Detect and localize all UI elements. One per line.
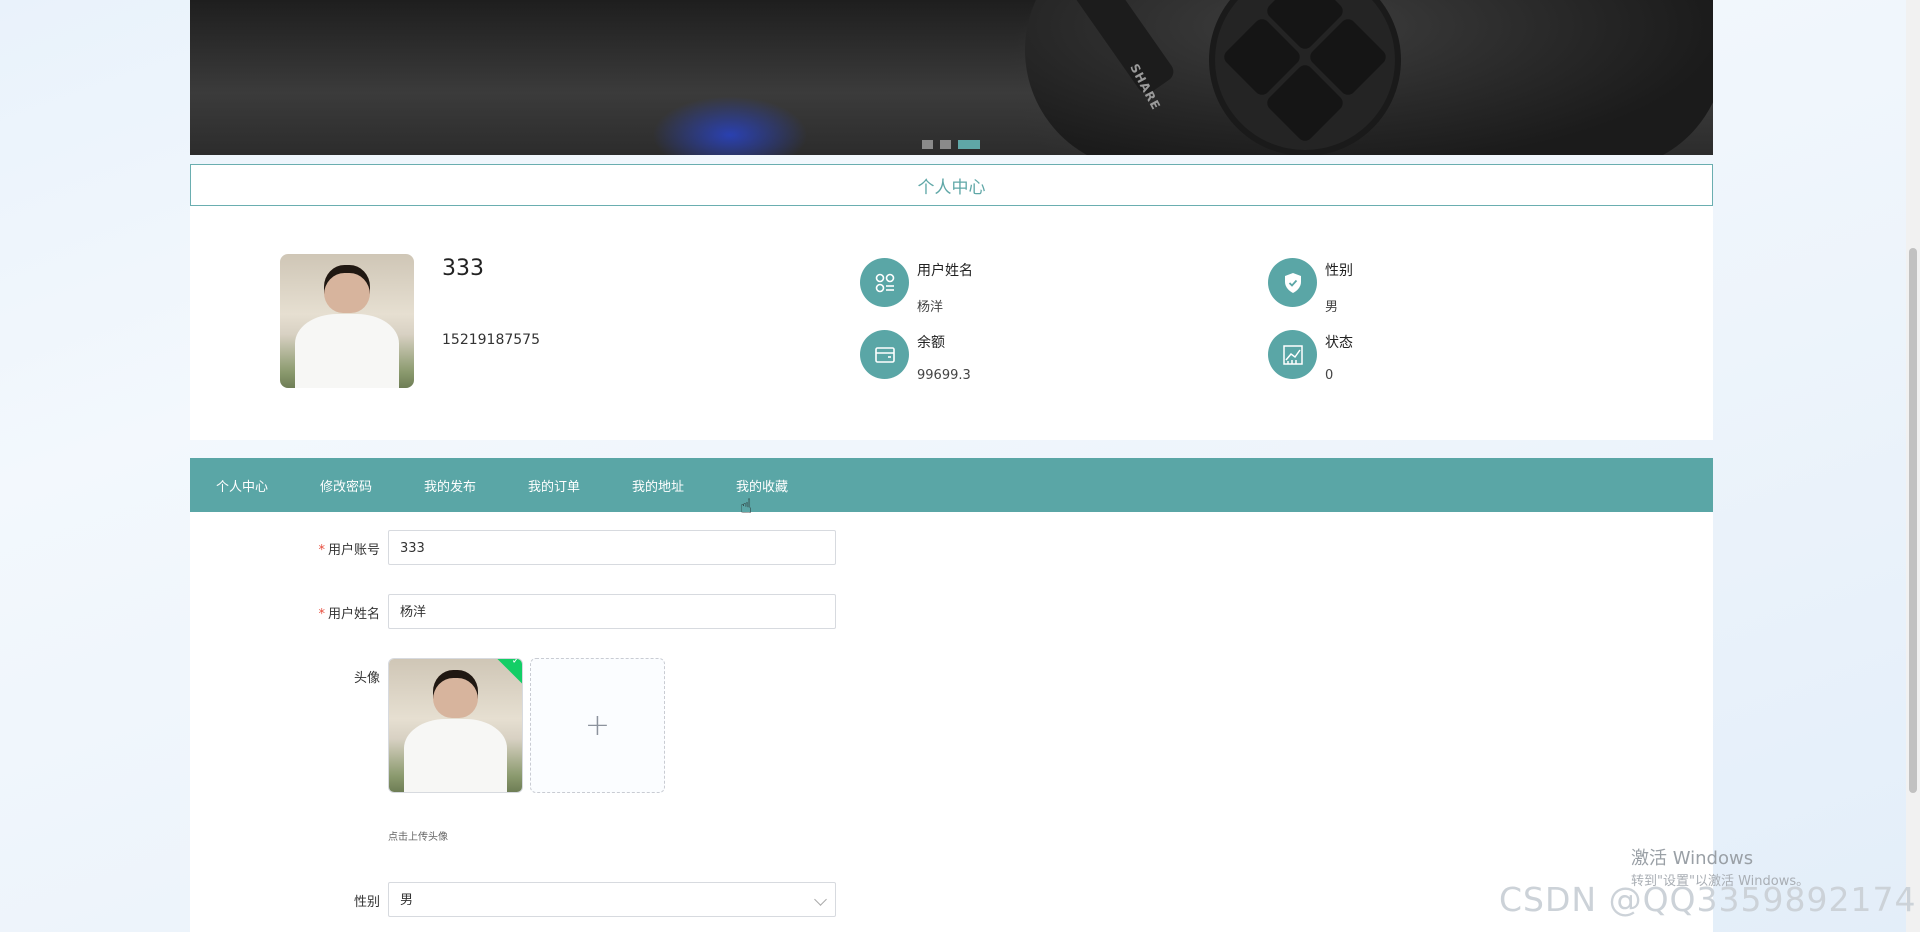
- avatar-person-body: [294, 314, 400, 388]
- tab-profile[interactable]: 个人中心: [190, 476, 294, 495]
- name-label-text: 用户姓名: [327, 607, 380, 622]
- info-status: 状态 0: [1268, 330, 1353, 383]
- carousel-dot[interactable]: [922, 140, 933, 149]
- tab-change-password[interactable]: 修改密码: [294, 476, 398, 495]
- info-balance: 余额 99699.3: [860, 330, 971, 383]
- section-title: 个人中心: [190, 164, 1713, 206]
- avatar: [280, 254, 414, 388]
- windows-activation-title: 激活 Windows: [1631, 848, 1754, 869]
- tab-my-address[interactable]: 我的地址: [606, 476, 710, 495]
- hand-pointer-icon: ☝: [740, 494, 753, 518]
- profile-form: *用户账号 333 *用户姓名 杨洋 头像 + 点击上传头像 性别 男: [190, 512, 1713, 932]
- page-scrollbar[interactable]: [1906, 0, 1920, 932]
- wallet-icon: [860, 330, 909, 379]
- required-mark: *: [318, 607, 325, 622]
- gender-select-value: 男: [400, 893, 414, 908]
- tab-my-favorites[interactable]: 我的收藏: [710, 476, 814, 495]
- profile-tabs: 个人中心 修改密码 我的发布 我的订单 我的地址 我的收藏: [190, 458, 1713, 512]
- account-input[interactable]: 333: [388, 530, 836, 565]
- profile-username: 333: [442, 256, 484, 281]
- chevron-down-icon: [814, 893, 827, 906]
- plus-icon: +: [584, 708, 611, 743]
- info-value: 男: [1325, 300, 1339, 315]
- info-gender: 性别 男: [1268, 258, 1353, 315]
- gender-label: 性别: [353, 895, 380, 910]
- avatar-upload-button[interactable]: +: [530, 658, 665, 793]
- shield-check-icon: [1268, 258, 1317, 307]
- thumbnail-person-head: [432, 669, 479, 718]
- info-label: 用户姓名: [917, 263, 973, 279]
- avatar-person-head: [324, 264, 370, 313]
- avatar-thumbnail[interactable]: [388, 658, 523, 793]
- info-value: 99699.3: [917, 368, 971, 383]
- info-value: 杨洋: [917, 300, 944, 315]
- avatar-thumbnail-photo: [389, 659, 522, 792]
- profile-phone: 15219187575: [442, 332, 540, 348]
- thumbnail-person-body: [403, 718, 508, 792]
- info-value: 0: [1325, 368, 1334, 383]
- carousel-dot-active[interactable]: [958, 140, 980, 149]
- csdn-watermark: CSDN @QQ3359892174: [1499, 880, 1917, 919]
- avatar-photo: [280, 254, 414, 388]
- tab-my-posts[interactable]: 我的发布: [398, 476, 502, 495]
- chart-icon: [1268, 330, 1317, 379]
- avatar-label: 头像: [353, 671, 380, 686]
- name-input[interactable]: 杨洋: [388, 594, 836, 629]
- info-label: 性别: [1325, 263, 1353, 279]
- required-mark: *: [318, 543, 325, 558]
- profile-card: 333 15219187575 用户姓名 杨洋 性别 男 余额 99699.3 …: [190, 206, 1713, 440]
- gender-select[interactable]: 男: [388, 882, 836, 917]
- info-name: 用户姓名 杨洋: [860, 258, 973, 315]
- info-label: 状态: [1325, 335, 1353, 351]
- account-label-text: 用户账号: [327, 543, 380, 558]
- info-label: 余额: [917, 335, 945, 351]
- tab-my-orders[interactable]: 我的订单: [502, 476, 606, 495]
- carousel-dots: [922, 140, 980, 149]
- banner-carousel[interactable]: SHARE: [190, 0, 1713, 155]
- carousel-dot[interactable]: [940, 140, 951, 149]
- apps-icon: [860, 258, 909, 307]
- upload-hint: 点击上传头像: [388, 832, 448, 843]
- name-label: * 用户姓名: [190, 603, 380, 622]
- account-label: * 用户账号: [190, 539, 380, 558]
- scrollbar-thumb[interactable]: [1909, 248, 1917, 793]
